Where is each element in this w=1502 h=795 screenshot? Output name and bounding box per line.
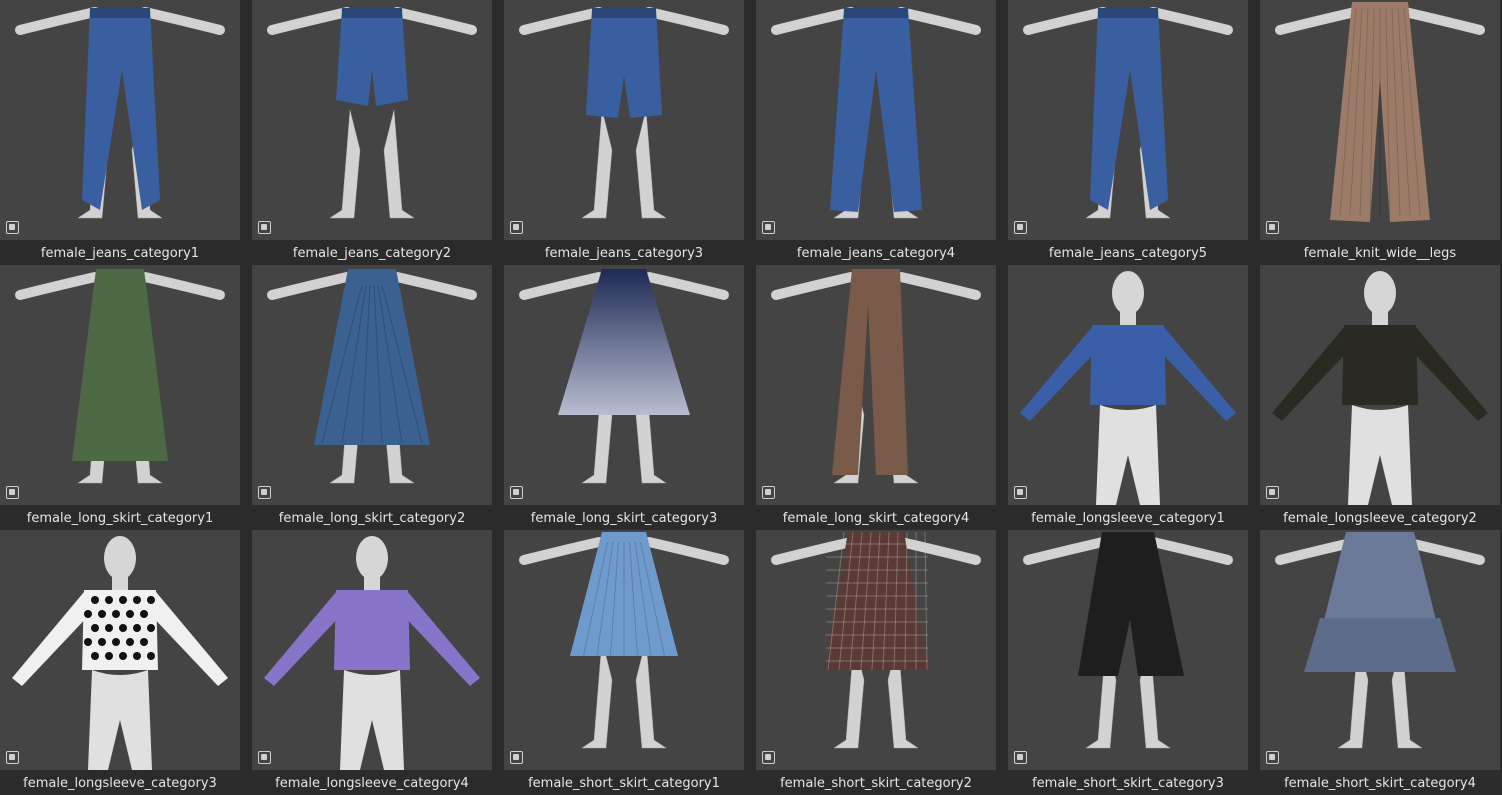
asset-thumbnail[interactable] xyxy=(756,530,996,770)
asset-thumbnail[interactable] xyxy=(504,0,744,240)
asset-thumbnail[interactable] xyxy=(1008,265,1248,505)
garment-preview xyxy=(264,536,480,770)
asset-thumbnail[interactable] xyxy=(0,0,240,240)
asset-thumbnail[interactable] xyxy=(1260,265,1500,505)
asset-name-label: female_short_skirt_category3 xyxy=(1032,776,1224,791)
asset-thumbnail[interactable] xyxy=(1260,530,1500,770)
asset-type-icon xyxy=(762,486,775,499)
asset-type-icon xyxy=(510,751,523,764)
asset-name-label: female_long_skirt_category1 xyxy=(26,511,214,526)
asset-name-label: female_short_skirt_category4 xyxy=(1284,776,1476,791)
asset-thumbnail[interactable] xyxy=(1260,0,1500,240)
asset-type-icon xyxy=(1266,221,1279,234)
garment-preview xyxy=(267,7,477,219)
asset-browser-grid: female_jeans_category1 female_jeans_categ… xyxy=(0,0,1502,795)
asset-type-icon xyxy=(258,221,271,234)
garment-preview xyxy=(771,7,981,219)
asset-name-label: female_knit_wide__legs xyxy=(1303,246,1457,261)
asset-name-label: female_long_skirt_category2 xyxy=(278,511,466,526)
asset-name-label: female_long_skirt_category3 xyxy=(530,511,718,526)
asset-name-label: female_short_skirt_category2 xyxy=(780,776,972,791)
asset-type-icon xyxy=(1014,751,1027,764)
asset-type-icon xyxy=(258,486,271,499)
asset-thumbnail[interactable] xyxy=(252,530,492,770)
asset-thumbnail[interactable] xyxy=(1008,0,1248,240)
garment-preview xyxy=(12,536,228,770)
asset-thumbnail[interactable] xyxy=(0,530,240,770)
asset-name-label: female_longsleeve_category1 xyxy=(1031,511,1225,526)
garment-preview xyxy=(519,269,729,484)
asset-type-icon xyxy=(1266,751,1279,764)
asset-name-label: female_jeans_category3 xyxy=(544,246,704,261)
garment-preview xyxy=(1275,532,1485,749)
garment-preview xyxy=(1023,7,1233,219)
asset-type-icon xyxy=(762,751,775,764)
asset-type-icon xyxy=(6,751,19,764)
asset-type-icon xyxy=(258,751,271,764)
asset-name-label: female_longsleeve_category2 xyxy=(1283,511,1477,526)
asset-thumbnail[interactable] xyxy=(504,265,744,505)
asset-name-label: female_jeans_category4 xyxy=(796,246,956,261)
asset-type-icon xyxy=(1014,486,1027,499)
asset-type-icon xyxy=(762,221,775,234)
asset-thumbnail[interactable] xyxy=(756,265,996,505)
garment-preview xyxy=(771,269,981,484)
asset-thumbnail[interactable] xyxy=(504,530,744,770)
asset-thumbnail[interactable] xyxy=(1008,530,1248,770)
asset-type-icon xyxy=(6,221,19,234)
asset-type-icon xyxy=(6,486,19,499)
garment-preview xyxy=(15,269,225,484)
garment-preview xyxy=(519,532,729,749)
asset-name-label: female_short_skirt_category1 xyxy=(528,776,720,791)
garment-preview xyxy=(267,269,477,484)
asset-thumbnail[interactable] xyxy=(252,0,492,240)
asset-thumbnail[interactable] xyxy=(0,265,240,505)
asset-thumbnail[interactable] xyxy=(252,265,492,505)
asset-name-label: female_long_skirt_category4 xyxy=(782,511,970,526)
asset-type-icon xyxy=(1014,221,1027,234)
asset-type-icon xyxy=(510,221,523,234)
garment-preview xyxy=(1023,532,1233,749)
asset-type-icon xyxy=(510,486,523,499)
asset-name-label: female_longsleeve_category4 xyxy=(275,776,469,791)
asset-name-label: female_longsleeve_category3 xyxy=(23,776,217,791)
garment-preview xyxy=(1275,2,1485,222)
asset-name-label: female_jeans_category2 xyxy=(292,246,452,261)
asset-name-label: female_jeans_category5 xyxy=(1048,246,1208,261)
garment-preview xyxy=(771,531,981,749)
asset-thumbnail[interactable] xyxy=(756,0,996,240)
asset-name-label: female_jeans_category1 xyxy=(40,246,200,261)
garment-preview xyxy=(1272,271,1488,505)
garment-preview xyxy=(519,7,729,219)
garment-preview xyxy=(1020,271,1236,505)
garment-preview xyxy=(15,7,225,219)
asset-type-icon xyxy=(1266,486,1279,499)
